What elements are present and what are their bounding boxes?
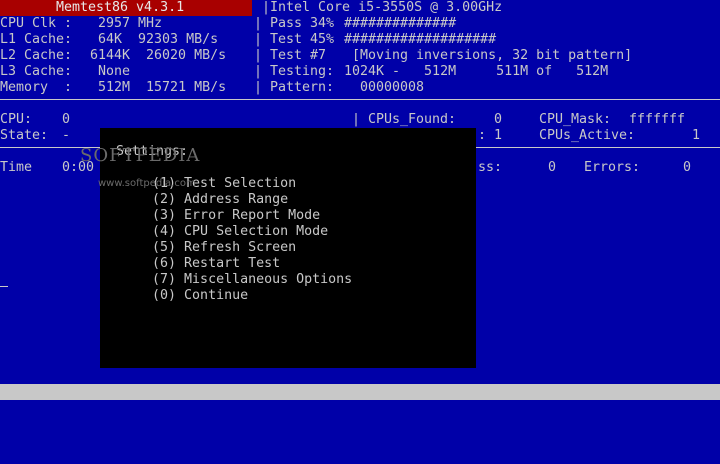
menu-item-key: (4): [152, 224, 177, 239]
menu-item-restart-test[interactable]: (6) Restart Test: [152, 256, 280, 272]
menu-item-continue[interactable]: (0) Continue: [152, 288, 248, 304]
cpu-status-value: 0: [62, 112, 71, 127]
menu-item-label: CPU Selection Mode: [184, 224, 329, 239]
menu-item-error-report-mode[interactable]: (3) Error Report Mode: [152, 208, 320, 224]
memory-label: Memory :: [0, 80, 73, 95]
passes-label: ss:: [478, 160, 503, 175]
l2-cache-value: 6144K 26020 MB/s: [90, 48, 227, 63]
test-progress-bar: ###################: [344, 32, 497, 47]
exit-key-hint[interactable]: (ESC)exit: [2, 400, 74, 416]
memory-value: 512M 15721 MB/s: [82, 80, 227, 95]
cpus-active-label: CPUs_Active:: [539, 128, 636, 143]
cpu-status-label: CPU:: [0, 112, 33, 127]
menu-item-label: Test Selection: [184, 176, 297, 191]
cpu-name: Intel Core i5-3550S @ 3.00GHz: [270, 0, 503, 15]
menu-item-label: Error Report Mode: [184, 208, 321, 223]
menu-item-key: (6): [152, 256, 177, 271]
testing-range: 1024K - 512M 511M of 512M: [344, 64, 609, 79]
menu-item-cpu-selection-mode[interactable]: (4) CPU Selection Mode: [152, 224, 328, 240]
l1-cache-label: L1 Cache:: [0, 32, 73, 47]
pass-progress-bar: ##############: [344, 16, 457, 31]
menu-item-key: (0): [152, 288, 177, 303]
menu-item-key: (2): [152, 192, 177, 207]
panel-separator: |: [254, 16, 263, 31]
time-label: Time: [0, 160, 33, 175]
errors-label: Errors:: [584, 160, 641, 175]
status-separator: |: [352, 112, 361, 127]
app-title: Memtest86 v4.3.1: [56, 0, 185, 15]
menu-item-label: Restart Test: [184, 256, 281, 271]
test-number-label: Test #7: [270, 48, 327, 63]
menu-item-label: Refresh Screen: [184, 240, 297, 255]
app-title-bar: Memtest86 v4.3.1: [0, 0, 252, 16]
l1-cache-value: 64K 92303 MB/s: [82, 32, 219, 47]
cpu-clock-value: 2957 MHz: [98, 16, 163, 31]
panel-separator: |: [254, 48, 263, 63]
test-progress-label: Test 45%: [270, 32, 335, 47]
menu-item-key: (7): [152, 272, 177, 287]
menu-item-key: (3): [152, 208, 177, 223]
scroll-lock-key-hint[interactable]: (Space)scroll_lock: [262, 432, 406, 448]
testing-label: Testing:: [270, 64, 335, 79]
state-label: State:: [0, 128, 49, 143]
menu-item-label: Miscellaneous Options: [184, 272, 353, 287]
l2-cache-label: L2 Cache:: [0, 48, 73, 63]
cpus-found-label: CPUs_Found:: [368, 112, 457, 127]
bottom-key-bar: (ESC)exit (c)configuration (Space)scroll…: [0, 384, 720, 463]
pass-progress-label: Pass 34%: [270, 16, 335, 31]
menu-item-key: (5): [152, 240, 177, 255]
pattern-label: Pattern:: [270, 80, 335, 95]
cpu-separator: |: [262, 0, 271, 15]
menu-item-address-range[interactable]: (2) Address Range: [152, 192, 288, 208]
menu-item-miscellaneous-options[interactable]: (7) Miscellaneous Options: [152, 272, 352, 288]
cpu-mask-value: fffffff: [629, 112, 686, 127]
cpu-clock-label: CPU Clk :: [0, 16, 73, 31]
cpus-active-value: 1: [692, 128, 701, 143]
passes-value: 0: [548, 160, 557, 175]
scroll-unlock-key-hint[interactable]: (Enter)scroll_unlock: [442, 448, 602, 464]
watermark-url: www.softpedia.com: [98, 178, 196, 189]
configuration-key-hint[interactable]: (c)configuration: [100, 416, 228, 432]
test-description: [Moving inversions, 32 bit pattern]: [352, 48, 633, 63]
menu-item-label: Address Range: [184, 192, 289, 207]
panel-separator: |: [254, 80, 263, 95]
cpus-found-value: 0: [494, 112, 503, 127]
panel-separator: |: [254, 64, 263, 79]
menu-item-label: Continue: [184, 288, 249, 303]
l3-cache-label: L3 Cache:: [0, 64, 73, 79]
partial-status-value: : 1: [478, 128, 503, 143]
state-value: -: [62, 128, 71, 143]
cpu-mask-label: CPU_Mask:: [539, 112, 612, 127]
menu-item-refresh-screen[interactable]: (5) Refresh Screen: [152, 240, 296, 256]
watermark-brand: SOFTPEDIA: [80, 145, 201, 166]
pattern-value: 00000008: [344, 80, 425, 95]
panel-separator: |: [254, 32, 263, 47]
errors-value: 0: [683, 160, 692, 175]
divider-line: [0, 99, 720, 100]
l3-cache-value: None: [98, 64, 131, 79]
cursor-mark: [0, 286, 8, 287]
